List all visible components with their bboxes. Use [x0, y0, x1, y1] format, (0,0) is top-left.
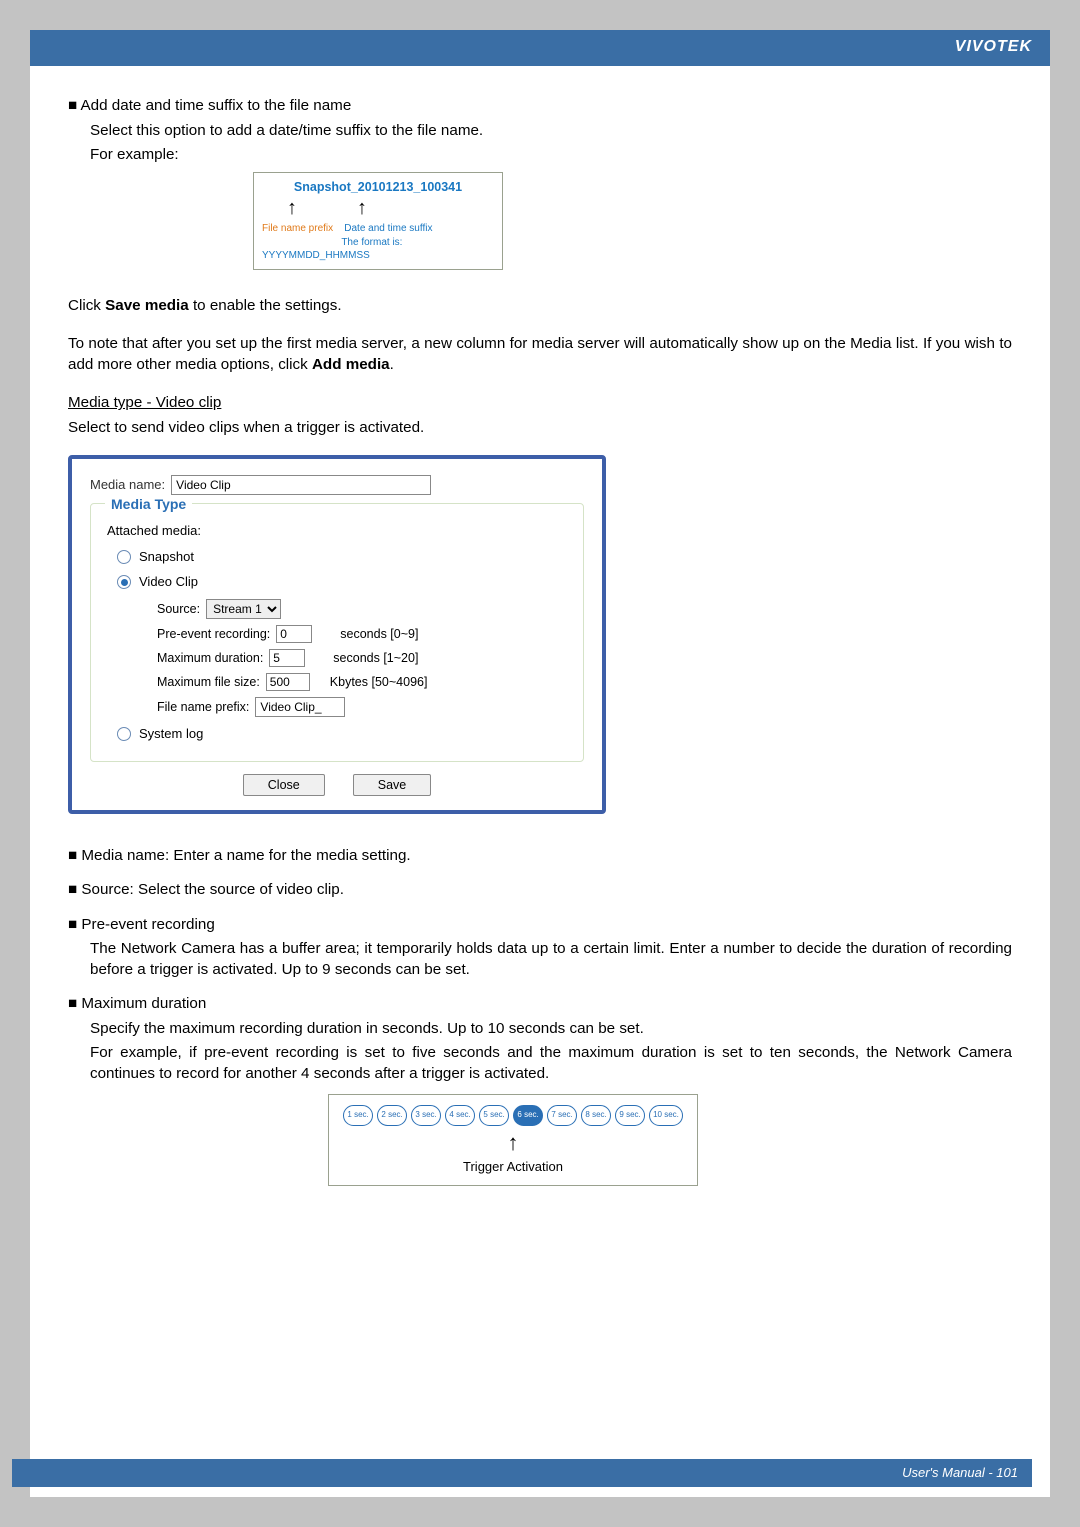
footer-bar: User's Manual - 101	[12, 1459, 1032, 1487]
text-click-save: Click Save media to enable the settings.	[68, 296, 1012, 317]
label-format: The format is: YYYYMMDD_HHMMSS	[262, 237, 402, 262]
radio-snapshot[interactable]	[117, 550, 131, 564]
arrow-up-icon: ↑	[357, 195, 367, 222]
timeline-dot: 10 sec.	[649, 1105, 683, 1126]
bullet-source: ■ Source: Select the source of video cli…	[68, 880, 1012, 901]
timeline-dot: 3 sec.	[411, 1105, 441, 1126]
filename-prefix-input[interactable]	[255, 697, 345, 717]
bullet-max-duration-head: ■ Maximum duration	[68, 994, 1012, 1015]
hint-max-duration: seconds [1~20]	[333, 650, 418, 667]
footer-page-number: User's Manual - 101	[902, 1465, 1018, 1480]
label-media-name: Media name:	[90, 476, 165, 494]
heading-media-type-video: Media type - Video clip	[68, 394, 221, 411]
timeline-dot: 5 sec.	[479, 1105, 509, 1126]
timeline-dot: 8 sec.	[581, 1105, 611, 1126]
save-button[interactable]: Save	[353, 774, 432, 796]
text-select-send-clips: Select to send video clips when a trigge…	[68, 418, 1012, 439]
radio-system-log[interactable]	[117, 727, 131, 741]
label-max-duration: Maximum duration:	[157, 650, 263, 667]
media-type-fieldset: Media Type Attached media: Snapshot Vide…	[90, 503, 584, 762]
hint-pre-event: seconds [0~9]	[340, 626, 418, 643]
timeline-dot: 9 sec.	[615, 1105, 645, 1126]
snapshot-example-title: Snapshot_20101213_100341	[262, 179, 494, 196]
trigger-activation-label: Trigger Activation	[337, 1158, 689, 1176]
timeline-dot: 7 sec.	[547, 1105, 577, 1126]
bullet-add-suffix: ■ Add date and time suffix to the file n…	[68, 96, 1012, 117]
snapshot-example-box: Snapshot_20101213_100341 ↑ ↑ File name p…	[253, 172, 503, 270]
label-date-time-suffix: Date and time suffix	[344, 223, 432, 234]
hint-max-filesize: Kbytes [50~4096]	[330, 674, 428, 691]
bullet-pre-event-head: ■ Pre-event recording	[68, 915, 1012, 936]
label-attached-media: Attached media:	[107, 522, 569, 540]
brand-text: VIVOTEK	[955, 38, 1032, 56]
bullet-max-duration-l1: Specify the maximum recording duration i…	[90, 1019, 1012, 1040]
text-for-example: For example:	[90, 145, 1012, 166]
close-button[interactable]: Close	[243, 774, 325, 796]
bullet-media-name: ■ Media name: Enter a name for the media…	[68, 846, 1012, 867]
label-filename-prefix: File name prefix:	[157, 699, 249, 716]
radio-system-log-label: System log	[139, 725, 203, 743]
text-select-option: Select this option to add a date/time su…	[90, 121, 1012, 142]
label-max-filesize: Maximum file size:	[157, 674, 260, 691]
timeline-dot: 4 sec.	[445, 1105, 475, 1126]
radio-video-clip[interactable]	[117, 575, 131, 589]
media-name-input[interactable]	[171, 475, 431, 495]
label-pre-event: Pre-event recording:	[157, 626, 270, 643]
arrow-up-icon: ↑	[287, 195, 297, 222]
label-file-name-prefix: File name prefix	[262, 223, 333, 234]
header-bar: VIVOTEK	[30, 30, 1050, 66]
timeline-dot: 1 sec.	[343, 1105, 373, 1126]
radio-snapshot-label: Snapshot	[139, 548, 194, 566]
arrow-up-icon: ↑	[337, 1128, 689, 1158]
max-filesize-input[interactable]	[266, 673, 310, 691]
text-note-media-list: To note that after you set up the first …	[68, 334, 1012, 375]
trigger-activation-diagram: 1 sec.2 sec.3 sec.4 sec.5 sec.6 sec.7 se…	[328, 1094, 698, 1186]
source-select[interactable]: Stream 1	[206, 599, 281, 619]
label-source: Source:	[157, 601, 200, 618]
timeline-dot: 2 sec.	[377, 1105, 407, 1126]
max-duration-input[interactable]	[269, 649, 305, 667]
bullet-pre-event-body: The Network Camera has a buffer area; it…	[90, 939, 1012, 980]
bullet-max-duration-l2: For example, if pre-event recording is s…	[90, 1043, 1012, 1084]
timeline-dot: 6 sec.	[513, 1105, 543, 1126]
media-type-dialog: Media name: Media Type Attached media: S…	[68, 455, 606, 814]
radio-video-clip-label: Video Clip	[139, 573, 198, 591]
fieldset-legend: Media Type	[105, 495, 192, 514]
pre-event-input[interactable]	[276, 625, 312, 643]
